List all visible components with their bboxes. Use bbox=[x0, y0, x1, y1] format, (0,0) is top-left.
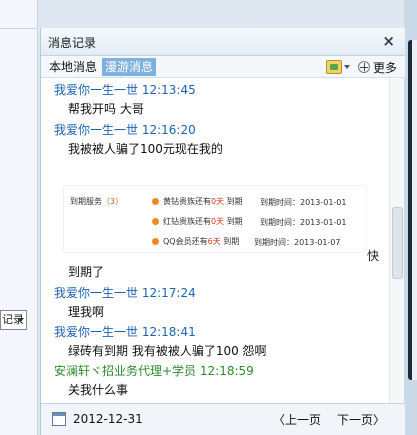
calendar-icon[interactable] bbox=[52, 412, 66, 426]
message-sender: 我爱你一生一世 bbox=[54, 123, 139, 137]
service-row: 黄钻贵族还有0天 到期 bbox=[152, 196, 243, 207]
tab-roaming-messages[interactable]: 漫游消息 bbox=[102, 58, 157, 76]
panel-titlebar: 消息记录 × bbox=[41, 28, 405, 56]
service-name: 黄钻贵族还有 bbox=[163, 197, 211, 206]
footer-bar: 2012-12-31 〈上一页 下一页〉 bbox=[41, 403, 405, 435]
service-bullet-icon bbox=[152, 218, 159, 225]
message-sender: 我爱你一生一世 bbox=[54, 325, 139, 339]
service-label-text: 到期服务 bbox=[70, 197, 102, 206]
service-expire: 到期时间：2013-01-01 bbox=[260, 198, 347, 207]
message-header: 我爱你一生一世 12:17:24 bbox=[54, 284, 196, 301]
scrollbar-thumb[interactable] bbox=[392, 207, 403, 279]
message-body: 绿砖有到期 我有被被人骗了100 怨啊 bbox=[68, 344, 267, 358]
message-body-continued: 到期了 bbox=[68, 265, 105, 279]
message-sender: 安澜轩ヾ招业务代理+学员 bbox=[54, 364, 197, 378]
message-history-panel: 消息记录 × 本地消息 漫游消息 更多 我爱你一生一世 12:13:45 帮我开… bbox=[40, 28, 405, 435]
service-expire: 到期时间：2013-01-01 bbox=[260, 218, 347, 227]
service-row: 红钻贵族还有0天 到期 bbox=[152, 216, 243, 227]
service-suffix: 到期 bbox=[226, 217, 243, 226]
message-header: 安澜轩ヾ招业务代理+学员 12:18:59 bbox=[54, 362, 254, 379]
message-scrollbar[interactable] bbox=[389, 79, 404, 403]
expiry-service-card: 到期服务（3） 黄钻贵族还有0天 到期 到期时间：2013-01-01 红钻贵族… bbox=[63, 185, 367, 253]
service-bullet-icon bbox=[152, 238, 159, 245]
tab-local-messages[interactable]: 本地消息 bbox=[46, 58, 100, 76]
right-window-edge bbox=[404, 0, 417, 435]
record-select[interactable]: 记录 bbox=[0, 310, 27, 330]
toolbar: 更多 bbox=[325, 58, 397, 76]
service-name: QQ会员还有 bbox=[163, 237, 208, 246]
message-body: 理我啊 bbox=[68, 305, 105, 319]
close-icon[interactable]: × bbox=[382, 32, 395, 50]
service-days: 6天 bbox=[207, 237, 221, 246]
service-bullet-icon bbox=[152, 198, 159, 205]
service-expire: 到期时间：2013-01-07 bbox=[254, 238, 341, 247]
export-icon[interactable] bbox=[325, 60, 342, 74]
more-icon[interactable] bbox=[357, 61, 370, 73]
prev-page-button[interactable]: 〈上一页 bbox=[273, 411, 321, 428]
chevron-down-icon[interactable] bbox=[343, 65, 350, 69]
message-trailing-char: 快 bbox=[367, 249, 380, 263]
right-pale-bar bbox=[412, 40, 417, 380]
message-list: 我爱你一生一世 12:13:45 帮我开吗 大哥 我爱你一生一世 12:16:2… bbox=[41, 79, 389, 403]
service-suffix: 到期 bbox=[223, 237, 240, 246]
message-time: 12:16:20 bbox=[141, 123, 196, 137]
service-label: 到期服务（3） bbox=[70, 196, 123, 207]
next-page-button[interactable]: 下一页〉 bbox=[337, 411, 385, 428]
left-background-panel bbox=[0, 0, 38, 435]
message-time: 12:17:24 bbox=[141, 286, 196, 300]
message-header: 我爱你一生一世 12:13:45 bbox=[54, 81, 196, 98]
service-count: （3） bbox=[102, 197, 124, 206]
message-body: 关我什么事 bbox=[68, 383, 129, 397]
service-name: 红钻贵族还有 bbox=[163, 217, 211, 226]
message-header: 我爱你一生一世 12:16:20 bbox=[54, 121, 196, 138]
chevron-down-icon bbox=[18, 318, 24, 322]
date-display[interactable]: 2012-12-31 bbox=[73, 412, 143, 426]
message-body: 我被被人骗了100元现在我的 bbox=[68, 142, 223, 156]
service-days: 0天 bbox=[211, 197, 225, 206]
service-suffix: 到期 bbox=[226, 197, 243, 206]
message-time: 12:18:41 bbox=[141, 325, 196, 339]
message-sender: 我爱你一生一世 bbox=[54, 286, 139, 300]
message-sender: 我爱你一生一世 bbox=[54, 83, 139, 97]
more-button[interactable]: 更多 bbox=[373, 59, 397, 76]
message-time: 12:18:59 bbox=[199, 364, 254, 378]
service-days: 0天 bbox=[211, 217, 225, 226]
message-header: 我爱你一生一世 12:18:41 bbox=[54, 323, 196, 340]
service-row: QQ会员还有6天 到期 bbox=[152, 236, 239, 247]
left-divider bbox=[0, 28, 37, 29]
message-time: 12:13:45 bbox=[141, 83, 196, 97]
message-body: 帮我开吗 大哥 bbox=[68, 102, 144, 116]
panel-title: 消息记录 bbox=[48, 36, 97, 50]
tab-bar: 本地消息 漫游消息 更多 bbox=[41, 56, 405, 78]
